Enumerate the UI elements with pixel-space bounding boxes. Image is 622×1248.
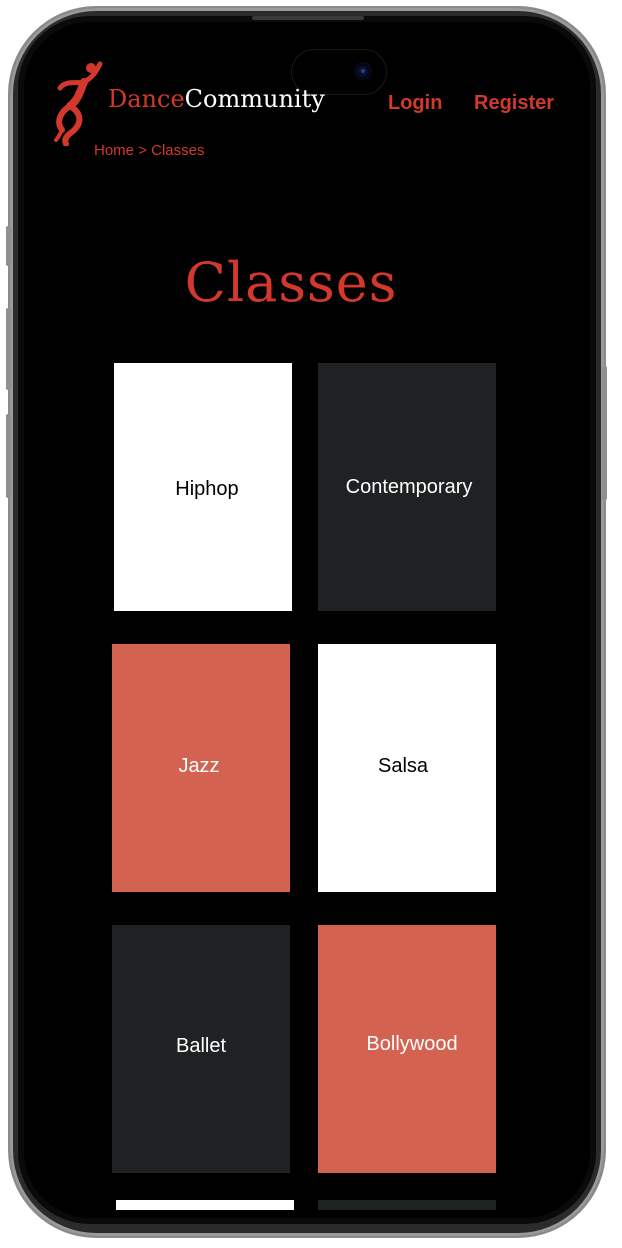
- class-card-contemporary[interactable]: Contemporary: [318, 363, 496, 611]
- login-link[interactable]: Login: [388, 90, 442, 116]
- phone-volume-down-button: [6, 414, 11, 498]
- brand-wordmark[interactable]: DanceCommunity: [108, 84, 325, 114]
- breadcrumb-current: Classes: [151, 142, 205, 159]
- phone-volume-up-button: [6, 308, 11, 390]
- class-card-partial[interactable]: [318, 1200, 496, 1210]
- page-title: Classes: [0, 250, 622, 316]
- screen: [24, 22, 590, 1218]
- class-card-label: Contemporary: [345, 476, 473, 498]
- class-card-label: Bollywood: [366, 1033, 458, 1055]
- class-card-salsa[interactable]: Salsa: [318, 644, 496, 892]
- class-card-ballet[interactable]: Ballet: [112, 925, 290, 1173]
- breadcrumb: Home > Classes: [94, 142, 204, 160]
- class-card-jazz[interactable]: Jazz: [112, 644, 290, 892]
- front-camera-icon: [354, 62, 372, 80]
- speaker-grille: [252, 16, 364, 20]
- dancer-icon[interactable]: [50, 60, 106, 147]
- class-card-partial[interactable]: [116, 1200, 294, 1210]
- class-card-label: Ballet: [175, 1035, 227, 1057]
- class-card-bollywood[interactable]: Bollywood: [318, 925, 496, 1173]
- register-link[interactable]: Register: [474, 90, 554, 116]
- phone-power-button: [602, 366, 607, 500]
- class-card-label: Salsa: [377, 755, 429, 777]
- breadcrumb-separator: >: [138, 142, 147, 159]
- breadcrumb-home-link[interactable]: Home: [94, 142, 134, 159]
- brand-name-dance: Dance: [108, 85, 185, 113]
- class-card-label: Hiphop: [175, 478, 239, 500]
- page-title-text: Classes: [184, 251, 398, 314]
- class-card-hiphop[interactable]: Hiphop: [114, 363, 292, 611]
- class-card-label: Jazz: [178, 755, 220, 777]
- brand-name-community: Community: [184, 85, 325, 113]
